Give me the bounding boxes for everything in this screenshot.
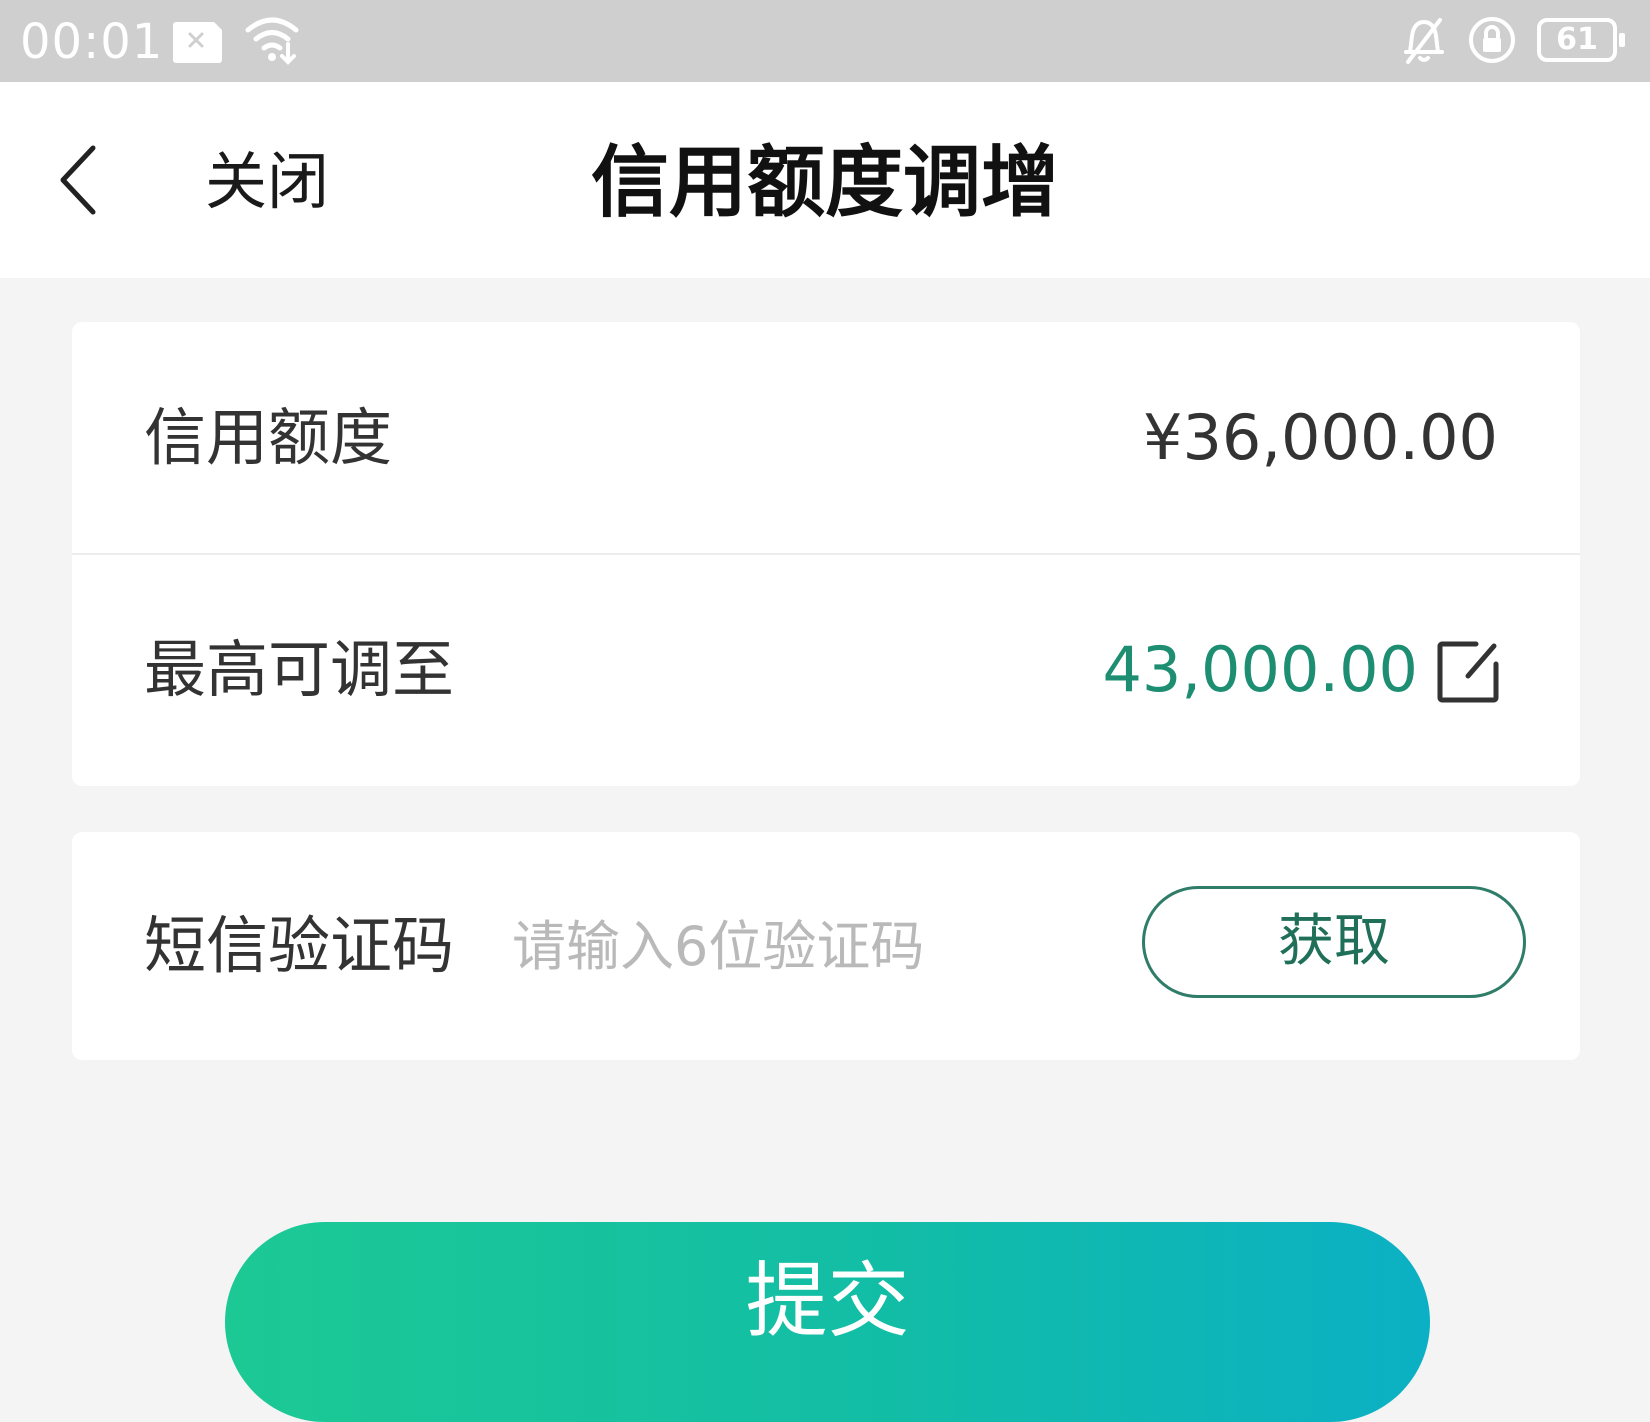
battery-icon: 61 xyxy=(1537,18,1625,62)
sim-card-icon xyxy=(168,20,224,68)
get-code-button[interactable]: 获取 xyxy=(1142,886,1526,998)
current-limit-value: ¥36,000.00 xyxy=(1143,401,1498,474)
current-limit-label: 信用额度 xyxy=(144,401,393,474)
sms-card: 短信验证码 获取 xyxy=(72,832,1580,1060)
status-bar: 00:01 61 xyxy=(0,0,1650,82)
limit-card: 信用额度 ¥36,000.00 最高可调至 43,000.00 xyxy=(72,322,1580,786)
sms-code-input[interactable] xyxy=(512,904,1032,988)
mute-bell-icon xyxy=(1398,14,1450,70)
edit-icon[interactable] xyxy=(1436,640,1500,708)
current-limit-row: 信用额度 ¥36,000.00 xyxy=(72,322,1580,555)
nav-bar: 关闭 信用额度调增 xyxy=(0,82,1650,278)
sms-code-label: 短信验证码 xyxy=(144,909,455,982)
battery-level: 61 xyxy=(1556,22,1598,57)
status-time: 00:01 xyxy=(20,14,164,70)
wifi-icon xyxy=(244,14,304,70)
rotation-lock-icon xyxy=(1466,14,1518,70)
submit-button[interactable]: 提交 xyxy=(225,1222,1430,1422)
max-limit-row[interactable]: 最高可调至 43,000.00 xyxy=(72,554,1580,786)
max-limit-label: 最高可调至 xyxy=(144,633,455,706)
page-title: 信用额度调增 xyxy=(590,138,1059,228)
max-limit-value[interactable]: 43,000.00 xyxy=(1102,628,1418,712)
